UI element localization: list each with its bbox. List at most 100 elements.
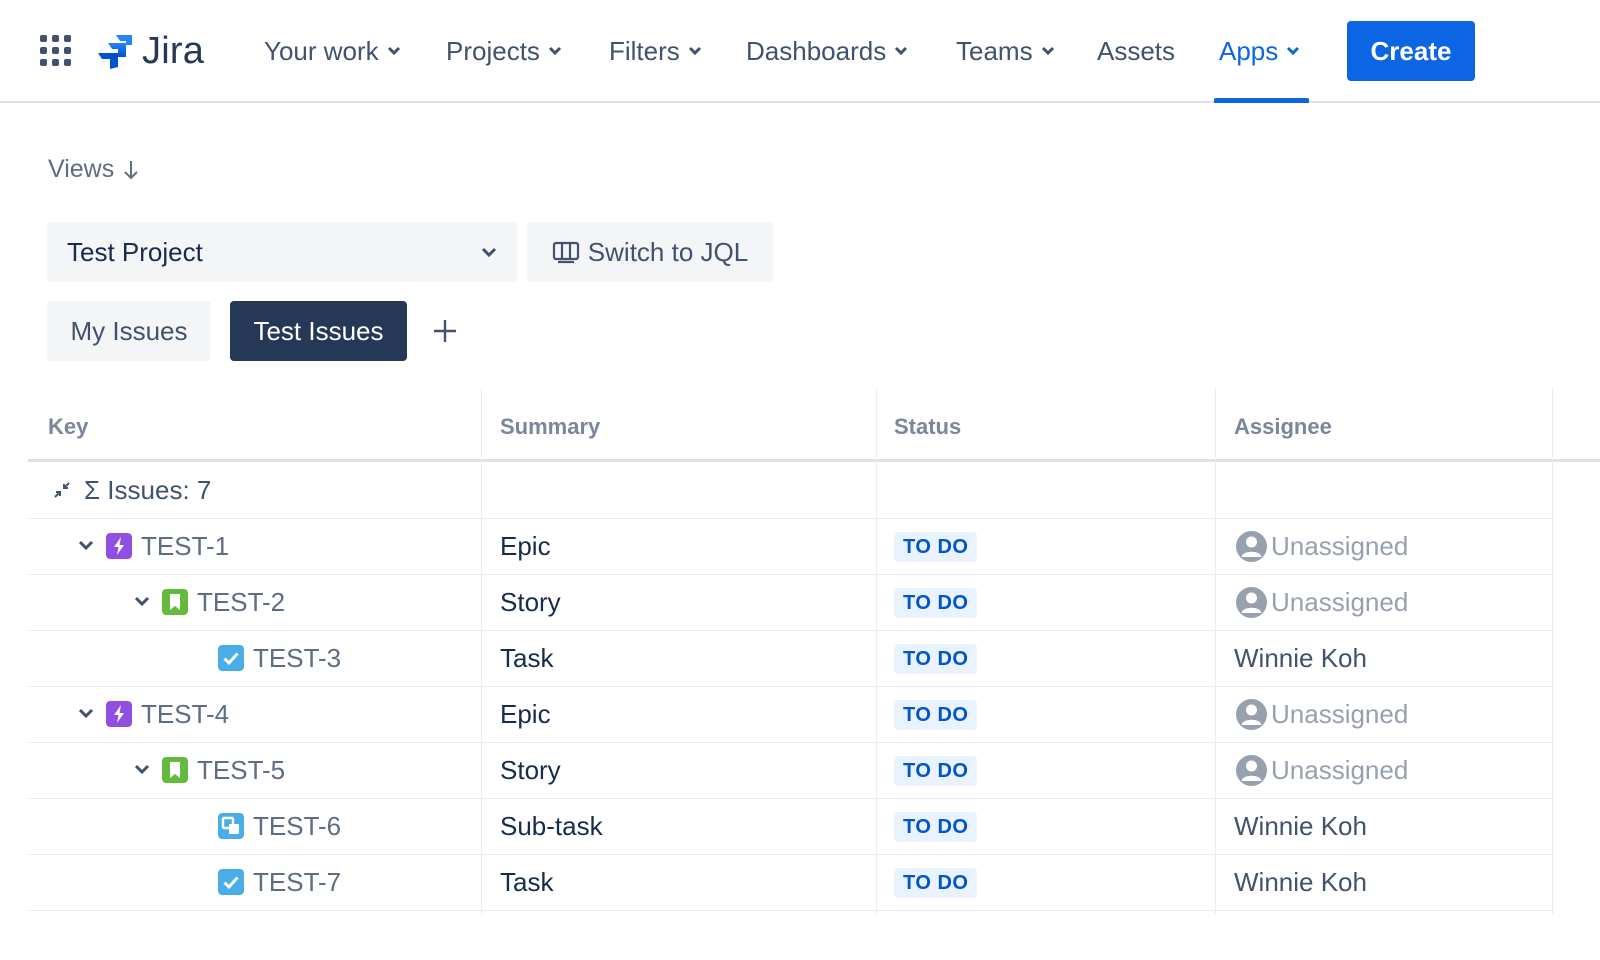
assignee-cell[interactable]: Winnie Koh: [1234, 867, 1367, 898]
assignee-name: Unassigned: [1271, 587, 1409, 617]
issue-summary[interactable]: Story: [500, 587, 561, 618]
tab-my-issues[interactable]: My Issues: [47, 301, 211, 361]
assignee-name: Winnie Koh: [1234, 811, 1367, 841]
unassigned-avatar-icon: [1236, 587, 1267, 618]
nav-filters-label: Filters: [609, 35, 680, 66]
unassigned-avatar-icon: [1236, 531, 1267, 562]
issue-key-link[interactable]: TEST-3: [253, 643, 341, 674]
columns-icon: [552, 241, 579, 264]
status-lozenge[interactable]: TO DO: [894, 812, 978, 842]
issue-summary[interactable]: Task: [500, 867, 553, 898]
table-row[interactable]: TEST-4 Epic TO DO Unassigned: [28, 687, 1552, 743]
assignee-name: Unassigned: [1271, 699, 1409, 729]
issues-summary-row: Σ Issues: 7: [28, 462, 1552, 519]
table-row[interactable]: TEST-7 Task TO DO Winnie Koh: [28, 855, 1552, 911]
issue-summary[interactable]: Task: [500, 643, 553, 674]
nav-apps[interactable]: Apps: [1219, 28, 1300, 74]
issue-key-link[interactable]: TEST-1: [141, 531, 229, 562]
story-icon: [162, 589, 188, 615]
chevron-down-icon: [548, 46, 561, 56]
column-header-assignee[interactable]: Assignee: [1234, 414, 1332, 440]
column-header-summary[interactable]: Summary: [500, 414, 600, 440]
arrow-down-icon: [124, 160, 138, 179]
column-header-status[interactable]: Status: [894, 414, 961, 440]
assignee-cell[interactable]: Unassigned: [1236, 699, 1408, 730]
assignee-name: Winnie Koh: [1234, 643, 1367, 673]
issue-key-link[interactable]: TEST-2: [197, 587, 285, 618]
nav-apps-label: Apps: [1219, 35, 1279, 66]
chevron-down-icon: [1287, 46, 1300, 56]
nav-teams-label: Teams: [956, 35, 1033, 66]
app-switcher-icon[interactable]: [40, 35, 71, 66]
top-navigation: Jira Your work Projects Filters Dashboar…: [0, 0, 1600, 103]
issue-key-link[interactable]: TEST-5: [197, 755, 285, 786]
assignee-cell[interactable]: Unassigned: [1236, 755, 1408, 786]
nav-assets[interactable]: Assets: [1097, 28, 1175, 74]
status-lozenge[interactable]: TO DO: [894, 756, 978, 786]
assignee-cell[interactable]: Winnie Koh: [1234, 811, 1367, 842]
chevron-down-icon: [688, 46, 701, 56]
status-lozenge[interactable]: TO DO: [894, 700, 978, 730]
issue-key-link[interactable]: TEST-6: [253, 811, 341, 842]
chevron-down-icon[interactable]: [134, 764, 150, 776]
assignee-cell[interactable]: Unassigned: [1236, 531, 1408, 562]
nav-filters[interactable]: Filters: [609, 28, 702, 74]
issue-summary[interactable]: Sub-task: [500, 811, 603, 842]
issue-key-link[interactable]: TEST-7: [253, 867, 341, 898]
jira-logo-icon: [98, 35, 132, 69]
chevron-down-icon[interactable]: [134, 596, 150, 608]
story-icon: [162, 757, 188, 783]
nav-dashboards[interactable]: Dashboards: [746, 28, 908, 74]
active-nav-indicator: [1214, 98, 1309, 103]
chevron-down-icon: [895, 46, 908, 56]
create-button[interactable]: Create: [1347, 21, 1475, 81]
assignee-name: Winnie Koh: [1234, 867, 1367, 897]
unassigned-avatar-icon: [1236, 755, 1267, 786]
issue-summary[interactable]: Epic: [500, 699, 551, 730]
add-tab-icon[interactable]: [432, 318, 458, 344]
project-select[interactable]: Test Project: [47, 222, 517, 282]
nav-your-work-label: Your work: [264, 35, 379, 66]
task-icon: [218, 869, 244, 895]
status-lozenge[interactable]: TO DO: [894, 532, 978, 562]
assignee-cell[interactable]: Winnie Koh: [1234, 643, 1367, 674]
nav-projects[interactable]: Projects: [446, 28, 562, 74]
project-select-value: Test Project: [67, 236, 203, 267]
nav-teams[interactable]: Teams: [956, 28, 1055, 74]
chevron-down-icon[interactable]: [78, 540, 94, 552]
table-row[interactable]: TEST-6 Sub-task TO DO Winnie Koh: [28, 799, 1552, 855]
status-lozenge[interactable]: TO DO: [894, 644, 978, 674]
nav-your-work[interactable]: Your work: [264, 28, 401, 74]
chevron-down-icon[interactable]: [78, 708, 94, 720]
switch-to-jql-button[interactable]: Switch to JQL: [527, 222, 773, 282]
nav-assets-label: Assets: [1097, 35, 1176, 66]
column-header-key[interactable]: Key: [48, 414, 88, 440]
table-header: Key Summary Status Assignee: [28, 388, 1600, 462]
subtask-icon: [218, 813, 244, 839]
table-row[interactable]: TEST-3 Task TO DO Winnie Koh: [28, 631, 1552, 687]
chevron-down-icon: [387, 46, 400, 56]
table-row[interactable]: TEST-2 Story TO DO Unassigned: [28, 575, 1552, 631]
issue-key-link[interactable]: TEST-4: [141, 699, 229, 730]
switch-to-jql-label: Switch to JQL: [587, 236, 749, 267]
nav-projects-label: Projects: [446, 35, 540, 66]
epic-icon: [106, 533, 132, 559]
status-lozenge[interactable]: TO DO: [894, 588, 978, 618]
epic-icon: [106, 701, 132, 727]
views-label: Views: [48, 155, 115, 183]
views-menu[interactable]: Views: [48, 155, 140, 184]
status-lozenge[interactable]: TO DO: [894, 868, 978, 898]
jira-logo-text: Jira: [142, 29, 205, 72]
issue-summary[interactable]: Epic: [500, 531, 551, 562]
collapse-all-icon[interactable]: [52, 480, 72, 500]
assignee-cell[interactable]: Unassigned: [1236, 587, 1408, 618]
chevron-down-icon: [481, 247, 497, 257]
jira-logo[interactable]: Jira: [96, 30, 204, 72]
column-divider: [1552, 388, 1553, 914]
table-row[interactable]: TEST-1 Epic TO DO Unassigned: [28, 519, 1552, 575]
chevron-down-icon: [1041, 46, 1054, 56]
nav-dashboards-label: Dashboards: [746, 35, 887, 66]
issue-summary[interactable]: Story: [500, 755, 561, 786]
tab-test-issues[interactable]: Test Issues: [230, 301, 407, 361]
table-row[interactable]: TEST-5 Story TO DO Unassigned: [28, 743, 1552, 799]
